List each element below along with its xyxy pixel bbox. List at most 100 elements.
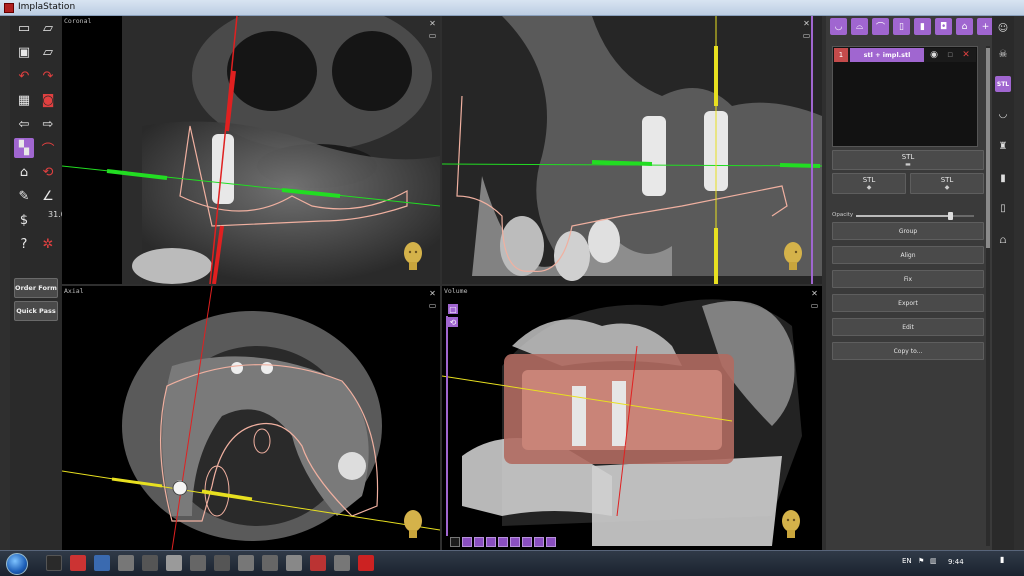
teeth-arch-icon[interactable]: ◡	[995, 106, 1011, 122]
ruler-icon[interactable]: ✎	[14, 186, 34, 206]
flag-icon[interactable]: ⚑	[918, 557, 924, 565]
open-folder-icon[interactable]: ▱	[38, 18, 58, 38]
taskbar-app-icon[interactable]	[334, 555, 350, 571]
minimize-icon[interactable]: ▭	[428, 301, 437, 310]
taskbar-app-icon[interactable]	[310, 555, 326, 571]
user-settings-icon[interactable]: ☺	[995, 20, 1011, 36]
view-top-icon[interactable]	[510, 537, 520, 547]
view-mode-button[interactable]: ▢	[448, 304, 458, 314]
opacity-thumb[interactable]	[948, 212, 954, 220]
explorer-icon[interactable]	[94, 555, 110, 571]
volume-viewport[interactable]: Volume ✕ ▭ ▢ ⟲	[442, 286, 822, 550]
implant-1[interactable]	[212, 134, 234, 204]
minimize-icon[interactable]: ▭	[428, 31, 437, 40]
stl-left-button[interactable]: STL ◆	[832, 173, 906, 194]
home-icon[interactable]: ⌂	[14, 162, 34, 182]
calendar-icon[interactable]: ▦	[14, 90, 34, 110]
crown-icon[interactable]: ⌓	[851, 18, 868, 35]
taskbar-app-icon[interactable]	[286, 555, 302, 571]
coronal-viewport[interactable]: Coronal ✕ ▭	[62, 16, 440, 284]
maximize-icon[interactable]: ✕	[810, 289, 819, 298]
undo-icon[interactable]: ↶	[14, 66, 34, 86]
maximize-icon[interactable]: ✕	[802, 19, 811, 28]
axial-viewport[interactable]: Axial ✕ ▭	[62, 286, 440, 550]
view-left-icon[interactable]	[486, 537, 496, 547]
stl-tab[interactable]: STL	[995, 76, 1011, 92]
implastation-taskbar-icon[interactable]	[166, 555, 182, 571]
lock-icon[interactable]: ▫	[944, 49, 956, 61]
angle-icon[interactable]: ∠	[38, 186, 58, 206]
implant-2[interactable]	[642, 116, 666, 196]
language-indicator[interactable]: EN	[902, 557, 912, 565]
eye-icon[interactable]: ◉	[928, 49, 940, 61]
taskbar-app-icon[interactable]	[238, 555, 254, 571]
curve-tool-icon[interactable]: ⌒	[38, 138, 58, 158]
quick-pass-button[interactable]: Quick Pass	[14, 301, 58, 321]
align-button[interactable]: Align	[832, 246, 984, 264]
redo-icon[interactable]: ↷	[38, 66, 58, 86]
layout-grid-icon[interactable]: ▚	[14, 138, 34, 158]
new-file-icon[interactable]: ▭	[14, 18, 34, 38]
view-back-icon[interactable]	[474, 537, 484, 547]
start-button[interactable]	[6, 553, 28, 575]
save-icon[interactable]: ▣	[14, 42, 34, 62]
pdf-reader-icon[interactable]	[358, 555, 374, 571]
settings-gear-icon[interactable]: ✲	[38, 234, 58, 254]
clock[interactable]: 9:44	[948, 558, 964, 566]
rotate-view-button[interactable]: ⟲	[448, 317, 458, 327]
stl-right-button[interactable]: STL ◆	[910, 173, 984, 194]
implant-icon[interactable]: ▯	[893, 18, 910, 35]
document-icon[interactable]	[142, 555, 158, 571]
stl-main-button[interactable]: STL ▬	[832, 150, 984, 170]
head-orientation-icon[interactable]	[402, 240, 424, 270]
maximize-icon[interactable]: ✕	[428, 289, 437, 298]
head-orientation-icon[interactable]	[782, 240, 804, 270]
copy-to-button[interactable]: Copy to...	[832, 342, 984, 360]
network-icon[interactable]: ▥	[930, 557, 937, 565]
group-button[interactable]: Group	[832, 222, 984, 240]
minimize-icon[interactable]: ▭	[810, 301, 819, 310]
taskbar-app-icon[interactable]	[190, 555, 206, 571]
minimize-icon[interactable]: ▭	[802, 31, 811, 40]
skull-icon[interactable]: ☠	[995, 46, 1011, 62]
zoom-icon[interactable]	[450, 537, 460, 547]
show-desktop-icon[interactable]: ▮	[1000, 555, 1004, 564]
implant-icon[interactable]: ▮	[995, 170, 1011, 186]
folder-icon[interactable]	[118, 555, 134, 571]
tooth-icon[interactable]: ◡	[830, 18, 847, 35]
arrow-left-icon[interactable]: ⇦	[14, 114, 34, 134]
sleeve-icon[interactable]: ◘	[935, 18, 952, 35]
camera-icon[interactable]: ◙	[38, 90, 58, 110]
maximize-icon[interactable]: ✕	[428, 19, 437, 28]
taskbar-app-icon[interactable]	[46, 555, 62, 571]
abutment-icon[interactable]: ▯	[995, 200, 1011, 216]
view-front-icon[interactable]	[462, 537, 472, 547]
arrow-right-icon[interactable]: ⇨	[38, 114, 58, 134]
implant-cross-section[interactable]	[172, 480, 188, 496]
view-right-icon[interactable]	[498, 537, 508, 547]
head-orientation-icon[interactable]	[780, 508, 802, 538]
export-button[interactable]: Export	[832, 294, 984, 312]
reset-view-icon[interactable]	[546, 537, 556, 547]
tooth-icon[interactable]: ♜	[995, 138, 1011, 154]
save-folder-icon[interactable]: ▱	[38, 42, 58, 62]
fix-button[interactable]: Fix	[832, 270, 984, 288]
opera-icon[interactable]	[70, 555, 86, 571]
help-icon[interactable]: ?	[14, 234, 34, 254]
view-bottom-icon[interactable]	[522, 537, 532, 547]
clip-icon[interactable]	[534, 537, 544, 547]
abutment-icon[interactable]: ▮	[914, 18, 931, 35]
guide-icon[interactable]: ⌂	[956, 18, 973, 35]
rotate-icon[interactable]: ⟲	[38, 162, 58, 182]
sagittal-viewport[interactable]: ✕ ▭	[442, 16, 822, 284]
edit-button[interactable]: Edit	[832, 318, 984, 336]
panel-scrollbar[interactable]	[986, 46, 990, 546]
order-form-button[interactable]: Order Form	[14, 278, 58, 298]
delete-icon[interactable]: ✕	[960, 49, 972, 61]
guide-sleeve-icon[interactable]: ⩍	[995, 232, 1011, 248]
layer-name[interactable]: stl + impl.stl	[850, 48, 924, 62]
layer-row[interactable]: 1 stl + impl.stl ◉ ▫ ✕	[834, 48, 976, 62]
taskbar-app-icon[interactable]	[214, 555, 230, 571]
bridge-icon[interactable]: ⌒	[872, 18, 889, 35]
density-icon[interactable]: $	[14, 210, 34, 230]
